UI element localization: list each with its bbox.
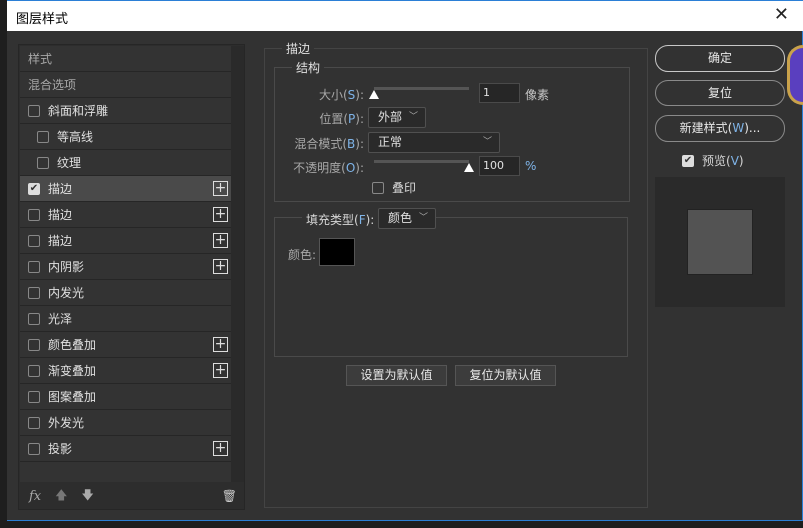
style-list: 样式混合选项斜面和浮雕等高线纹理 ✔ 描边 + 描边 + 描边 + 内阴影 + 内发光光泽颜色叠加 +… — [20, 46, 231, 482]
style-list-item-label: 渐变叠加 — [48, 364, 97, 378]
style-list-item-label: 外发光 — [48, 416, 85, 430]
style-list-item[interactable]: 投影 + — [20, 436, 231, 462]
color-swatch[interactable] — [319, 238, 355, 266]
dialog-title: 图层样式 — [16, 12, 69, 27]
chevron-down-icon: ﹀ — [408, 112, 418, 122]
style-list-item[interactable]: 光泽 — [20, 306, 231, 332]
opacity-label: 不透明度(O): — [293, 161, 364, 175]
new-style-button[interactable]: 新建样式(W)... — [655, 115, 785, 142]
style-list-item-label: 样式 — [28, 52, 53, 66]
opacity-slider-track[interactable] — [374, 160, 469, 163]
preview-area — [655, 177, 785, 307]
checkbox[interactable] — [37, 130, 49, 143]
title-bar: 图层样式 ✕ — [7, 0, 803, 31]
size-slider-track[interactable] — [374, 87, 469, 90]
style-list-item-label: 投影 — [48, 442, 73, 456]
checkbox[interactable] — [28, 442, 40, 455]
style-list-item-label: 颜色叠加 — [48, 338, 97, 352]
style-list-item[interactable]: 混合选项 — [20, 72, 231, 98]
size-slider-thumb[interactable] — [369, 90, 379, 99]
style-list-panel: 样式混合选项斜面和浮雕等高线纹理 ✔ 描边 + 描边 + 描边 + 内阴影 + 内发光光泽颜色叠加 +… — [18, 44, 245, 510]
style-list-item[interactable]: 纹理 — [20, 150, 231, 176]
style-list-item[interactable]: 描边 + — [20, 202, 231, 228]
checkbox[interactable]: ✔ — [28, 182, 40, 195]
checkbox[interactable] — [28, 104, 40, 117]
opacity-input[interactable]: 100 — [479, 156, 520, 176]
trash-icon[interactable]: 🗑 — [222, 489, 237, 503]
add-icon[interactable]: + — [213, 233, 228, 248]
position-label: 位置(P): — [319, 112, 364, 126]
add-icon[interactable]: + — [213, 337, 228, 352]
scrollbar[interactable] — [231, 46, 244, 482]
style-list-item-label: 图案叠加 — [48, 390, 97, 404]
checkbox[interactable] — [28, 390, 40, 403]
set-default-button[interactable]: 设置为默认值 — [346, 365, 447, 386]
color-label: 颜色: — [288, 248, 317, 262]
checkbox[interactable] — [28, 286, 40, 299]
checkbox[interactable] — [28, 338, 40, 351]
stroke-title: 描边 — [282, 40, 315, 57]
close-icon[interactable]: ✕ — [774, 4, 789, 25]
reset-button[interactable]: 复位 — [655, 80, 785, 106]
preview-swatch — [687, 209, 753, 275]
fill-type-select[interactable]: 颜色 ﹀ — [378, 208, 436, 229]
style-list-item[interactable]: 渐变叠加 + — [20, 358, 231, 384]
style-list-item[interactable]: 描边 + — [20, 228, 231, 254]
move-down-icon[interactable]: 🡇 — [82, 486, 94, 507]
size-label: 大小(S): — [318, 88, 364, 102]
add-icon[interactable]: + — [213, 441, 228, 456]
style-list-item[interactable]: 内发光 — [20, 280, 231, 306]
checkbox[interactable] — [28, 364, 40, 377]
add-icon[interactable]: + — [213, 363, 228, 378]
checkbox[interactable] — [28, 312, 40, 325]
style-list-item-label: 内阴影 — [48, 260, 85, 274]
style-list-item[interactable]: 颜色叠加 + — [20, 332, 231, 358]
style-list-item[interactable]: 样式 — [20, 46, 231, 72]
checkbox[interactable] — [28, 208, 40, 221]
style-list-item[interactable]: 图案叠加 — [20, 384, 231, 410]
size-unit: 像素 — [525, 88, 550, 102]
chevron-down-icon: ﹀ — [482, 137, 492, 147]
style-list-item-label: 等高线 — [57, 130, 94, 144]
style-list-item[interactable]: 等高线 — [20, 124, 231, 150]
checkbox[interactable] — [37, 156, 49, 169]
style-list-item-label: 斜面和浮雕 — [48, 104, 109, 118]
checkbox[interactable] — [28, 416, 40, 429]
style-list-item-label: 内发光 — [48, 286, 85, 300]
overprint-checkbox[interactable]: 叠印 — [372, 179, 416, 196]
position-select[interactable]: 外部 ﹀ — [368, 107, 426, 128]
checkbox[interactable] — [28, 234, 40, 247]
style-list-item-label: 纹理 — [57, 156, 82, 170]
style-list-item-label: 光泽 — [48, 312, 73, 326]
add-icon[interactable]: + — [213, 207, 228, 222]
style-list-item[interactable]: 斜面和浮雕 — [20, 98, 231, 124]
style-list-item[interactable]: ✔ 描边 + — [20, 176, 231, 202]
blend-mode-label: 混合模式(B): — [294, 137, 364, 151]
blend-mode-select[interactable]: 正常 ﹀ — [368, 132, 500, 153]
preview-checkbox[interactable]: ✔ 预览(V) — [682, 152, 744, 169]
style-list-item[interactable]: 外发光 — [20, 410, 231, 436]
add-icon[interactable]: + — [213, 259, 228, 274]
style-list-item-label: 混合选项 — [28, 78, 77, 92]
move-up-icon[interactable]: 🡅 — [55, 486, 67, 507]
style-list-item[interactable]: 内阴影 + — [20, 254, 231, 280]
chevron-down-icon: ﹀ — [418, 213, 428, 223]
opacity-slider-thumb[interactable] — [464, 163, 474, 172]
style-list-item-label: 描边 — [48, 208, 73, 222]
app-logo-icon — [787, 45, 803, 105]
size-input[interactable]: 1 — [479, 83, 520, 103]
list-footer: fx 🡅 🡇 🗑 — [20, 483, 245, 509]
ok-button[interactable]: 确定 — [655, 45, 785, 72]
fx-icon[interactable]: fx — [29, 489, 41, 504]
reset-default-button[interactable]: 复位为默认值 — [455, 365, 556, 386]
style-list-item-label: 描边 — [48, 182, 73, 196]
add-icon[interactable]: + — [213, 181, 228, 196]
opacity-unit: % — [525, 159, 537, 173]
structure-title: 结构 — [292, 59, 325, 76]
fill-type-label: 填充类型(F): — [302, 211, 379, 228]
style-list-item-label: 描边 — [48, 234, 73, 248]
checkbox[interactable] — [28, 260, 40, 273]
